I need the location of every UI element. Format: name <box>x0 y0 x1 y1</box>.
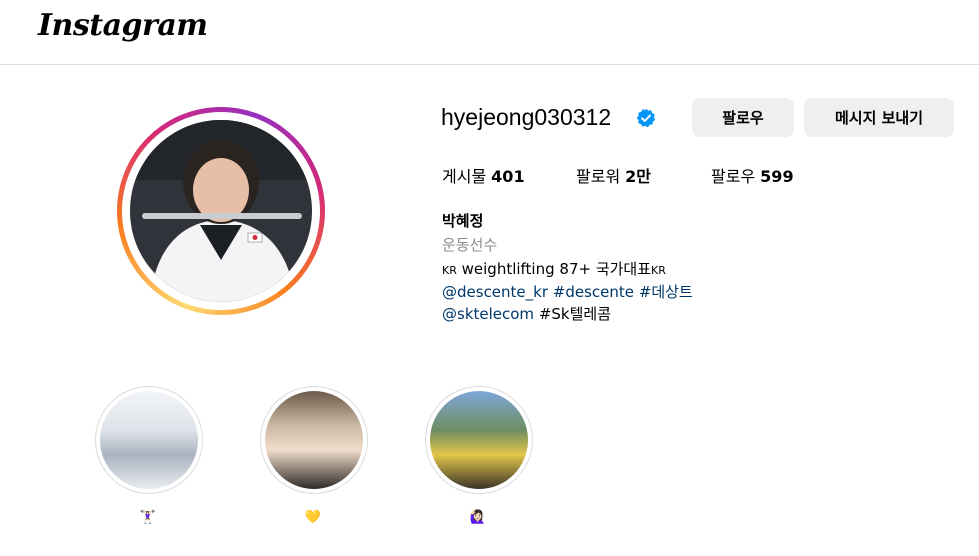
posts-label: 게시물 <box>442 167 487 186</box>
top-bar: Instagram <box>0 0 979 65</box>
following-count[interactable]: 팔로우 599 <box>711 163 794 187</box>
bio-line-1: KR weightlifting 87+ 국가대표KR <box>442 258 666 279</box>
highlight-title: 🙋🏻‍♀️ <box>469 509 487 524</box>
avatar-border <box>122 112 320 310</box>
profile-avatar[interactable] <box>117 107 325 315</box>
flag-kr-b: KR <box>651 264 666 277</box>
bio-line-3: @sktelecom #Sk텔레콤 <box>442 303 611 324</box>
bio-category: 운동선수 <box>442 236 498 254</box>
avatar-photo <box>130 120 312 302</box>
highlight-cover <box>430 391 528 489</box>
highlight-cover <box>265 391 363 489</box>
followers-count[interactable]: 팔로워 2만 <box>576 163 651 187</box>
story-highlight-1[interactable] <box>95 386 203 494</box>
message-button[interactable]: 메시지 보내기 <box>804 98 954 137</box>
flag-kr-a: KR <box>442 264 457 277</box>
mention-sktelecom[interactable]: @sktelecom <box>442 305 534 323</box>
highlight-cover <box>100 391 198 489</box>
highlight-title: 💛 <box>304 509 322 524</box>
verified-badge-icon <box>636 108 656 128</box>
follow-button[interactable]: 팔로우 <box>692 98 794 137</box>
avatar-illustration <box>130 120 312 302</box>
highlight-title: 🏋🏻‍♀️ <box>139 509 157 524</box>
following-value: 599 <box>760 167 794 186</box>
story-highlight-2[interactable] <box>260 386 368 494</box>
instagram-logo[interactable]: Instagram <box>38 8 208 43</box>
story-highlight-3[interactable] <box>425 386 533 494</box>
bio-line-2: @descente_kr #descente #데상트 <box>442 281 693 302</box>
posts-count: 게시물 401 <box>442 163 525 187</box>
mention-descente-kr[interactable]: @descente_kr <box>442 283 548 301</box>
posts-value: 401 <box>491 167 525 186</box>
following-label: 팔로우 <box>711 167 756 186</box>
followers-label: 팔로워 <box>576 167 621 186</box>
profile-username: hyejeong030312 <box>441 104 612 130</box>
hashtag-descente[interactable]: #descente <box>553 283 634 301</box>
followers-value: 2만 <box>625 167 652 186</box>
bio-full-name: 박혜정 <box>442 212 484 230</box>
bio-line-1-text: weightlifting 87+ 국가대표 <box>456 260 652 278</box>
hashtag-sk-telecom: #Sk텔레콤 <box>538 305 612 323</box>
hashtag-descente-kr[interactable]: #데상트 <box>639 283 693 301</box>
